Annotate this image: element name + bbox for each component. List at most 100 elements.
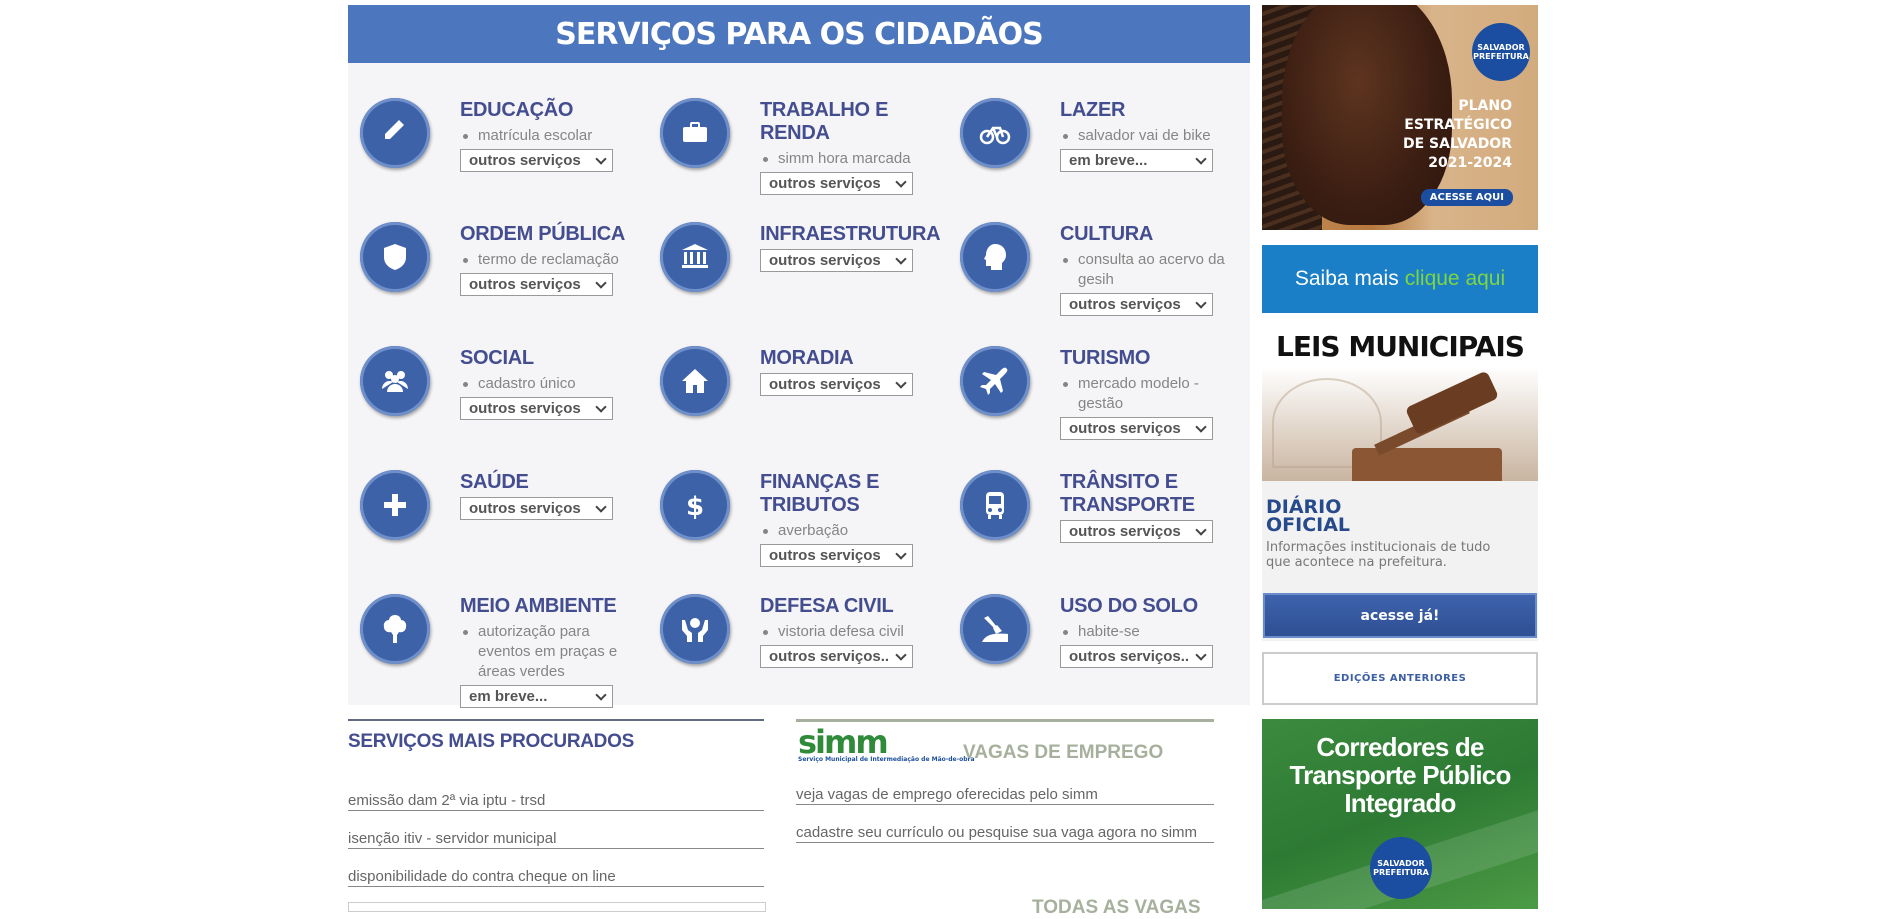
hands-icon[interactable] xyxy=(660,594,730,664)
service-title[interactable]: FINANÇAS E TRIBUTOS xyxy=(760,471,940,517)
shovel-icon[interactable] xyxy=(960,594,1030,664)
most-searched-title: SERVIÇOS MAIS PROCURADOS xyxy=(348,719,764,767)
bicycle-icon[interactable] xyxy=(960,98,1030,168)
jobs-link[interactable]: cadastre seu currículo ou pesquise sua v… xyxy=(796,805,1214,843)
acesse-aqui-button[interactable]: ACESSE AQUI xyxy=(1420,189,1513,206)
service-link[interactable]: salvador vai de bike xyxy=(1063,126,1240,146)
airplane-icon[interactable] xyxy=(960,346,1030,416)
services-dropdown[interactable]: outros serviços xyxy=(760,249,913,272)
people-icon[interactable] xyxy=(360,346,430,416)
chevron-down-icon xyxy=(895,548,907,560)
chevron-down-icon xyxy=(595,501,607,513)
chevron-down-icon xyxy=(1195,649,1207,661)
dropdown-value: outros serviços xyxy=(1069,523,1181,540)
service-title[interactable]: TRABALHO E RENDA xyxy=(760,99,940,145)
service-text: DEFESA CIVIL vistoria defesa civil outros … xyxy=(760,595,940,668)
bus-icon[interactable] xyxy=(960,470,1030,540)
service-text: USO DO SOLO habite-se outros serviços.. xyxy=(1060,595,1240,668)
service-link[interactable]: termo de reclamação xyxy=(463,250,640,270)
service-text: MORADIA outros serviços xyxy=(760,347,940,396)
edicoes-anteriores-button[interactable]: EDIÇÕES ANTERIORES xyxy=(1262,652,1538,705)
service-saude: SAÚDE outros serviços xyxy=(348,435,648,559)
service-title[interactable]: CULTURA xyxy=(1060,223,1240,246)
services-dropdown[interactable]: outros serviços xyxy=(760,373,913,396)
services-dropdown[interactable]: outros serviços xyxy=(460,397,613,420)
institution-icon[interactable] xyxy=(660,222,730,292)
service-title[interactable]: INFRAESTRUTURA xyxy=(760,223,941,246)
dropdown-value: outros serviços xyxy=(769,376,881,393)
dropdown-value: outros serviços.. xyxy=(769,648,890,665)
dropdown-value: outros serviços.. xyxy=(1069,648,1190,665)
service-link[interactable]: consulta ao acervo da gesih xyxy=(1063,250,1240,290)
todas-vagas-link[interactable]: TODAS AS VAGAS xyxy=(1032,897,1201,919)
shield-icon[interactable] xyxy=(360,222,430,292)
service-infraestrutura: INFRAESTRUTURA outros serviços xyxy=(648,187,948,311)
service-title[interactable]: USO DO SOLO xyxy=(1060,595,1240,618)
dropdown-value: em breve... xyxy=(469,688,548,705)
plus-icon[interactable] xyxy=(360,470,430,540)
service-moradia: MORADIA outros serviços xyxy=(648,311,948,435)
service-link[interactable]: matrícula escolar xyxy=(463,126,640,146)
service-financas-e-tributos: $ FINANÇAS E TRIBUTOS averbação outros serv… xyxy=(648,435,948,567)
diario-oficial-ad[interactable]: DIÁRIO OFICIAL Informações institucionai… xyxy=(1262,481,1538,641)
service-title[interactable]: SOCIAL xyxy=(460,347,640,370)
search-box[interactable] xyxy=(348,902,766,912)
services-dropdown[interactable]: outros serviços.. xyxy=(1060,645,1213,668)
service-title[interactable]: LAZER xyxy=(1060,99,1240,122)
clique-aqui-link[interactable]: clique aqui xyxy=(1405,267,1505,291)
plano-estrategico-ad[interactable]: SALVADOR PREFEITURA PLANO ESTRATÉGICO DE… xyxy=(1262,5,1538,230)
service-title[interactable]: SAÚDE xyxy=(460,471,640,494)
services-dropdown[interactable]: outros serviços xyxy=(460,149,613,172)
chevron-down-icon xyxy=(595,277,607,289)
service-text: TRÂNSITO E TRANSPORTE outros serviços xyxy=(1060,471,1240,543)
head-icon[interactable] xyxy=(960,222,1030,292)
most-searched-link[interactable]: isenção itiv - servidor municipal xyxy=(348,811,764,849)
chevron-down-icon xyxy=(595,153,607,165)
leis-municipais-ad[interactable]: LEIS MUNICIPAIS xyxy=(1262,318,1538,481)
services-dropdown[interactable]: em breve... xyxy=(460,685,613,708)
tree-icon[interactable] xyxy=(360,594,430,664)
service-link[interactable]: autorização para eventos em praças e áre… xyxy=(463,622,640,682)
services-dropdown[interactable]: outros serviços xyxy=(460,497,613,520)
service-title[interactable]: DEFESA CIVIL xyxy=(760,595,940,618)
service-text: INFRAESTRUTURA outros serviços xyxy=(760,223,941,272)
simm-logo[interactable]: simm Serviço Municipal de Intermediação d… xyxy=(798,726,975,763)
services-dropdown[interactable]: outros serviços.. xyxy=(760,645,913,668)
saiba-mais-ad[interactable]: Saiba mais clique aqui xyxy=(1262,245,1538,313)
service-link[interactable]: mercado modelo - gestão xyxy=(1063,374,1240,414)
services-dropdown[interactable]: em breve... xyxy=(1060,149,1213,172)
corredores-ad[interactable]: Corredores de Transporte Público Integra… xyxy=(1262,719,1538,909)
service-text: MEIO AMBIENTE autorização para eventos em… xyxy=(460,595,640,708)
services-dropdown[interactable]: outros serviços xyxy=(1060,520,1213,543)
service-text: CULTURA consulta ao acervo da gesih outros… xyxy=(1060,223,1240,316)
most-searched-link[interactable]: emissão dam 2ª via iptu - trsd xyxy=(348,773,764,811)
service-title[interactable]: EDUCAÇÃO xyxy=(460,99,640,122)
service-title[interactable]: TRÂNSITO E TRANSPORTE xyxy=(1060,471,1240,517)
service-link[interactable]: habite-se xyxy=(1063,622,1240,642)
gavel-icon xyxy=(1404,370,1500,436)
service-text: TURISMO mercado modelo - gestão outros ser… xyxy=(1060,347,1240,440)
service-link[interactable]: cadastro único xyxy=(463,374,640,394)
service-title[interactable]: MEIO AMBIENTE xyxy=(460,595,640,618)
acesse-ja-button[interactable]: acesse já! xyxy=(1263,593,1537,638)
service-title[interactable]: TURISMO xyxy=(1060,347,1240,370)
service-text: FINANÇAS E TRIBUTOS averbação outros servi… xyxy=(760,471,940,567)
pencil-icon[interactable] xyxy=(360,98,430,168)
service-link[interactable]: averbação xyxy=(763,521,940,541)
services-dropdown[interactable]: outros serviços xyxy=(460,273,613,296)
service-title[interactable]: ORDEM PÚBLICA xyxy=(460,223,640,246)
most-searched-link[interactable]: disponibilidade do contra cheque on line xyxy=(348,849,764,887)
chevron-down-icon xyxy=(1195,421,1207,433)
chevron-down-icon xyxy=(895,649,907,661)
service-link[interactable]: vistoria defesa civil xyxy=(763,622,940,642)
service-text: ORDEM PÚBLICA termo de reclamação outros s… xyxy=(460,223,640,296)
vagas-emprego-title: VAGAS DE EMPREGO xyxy=(963,742,1164,763)
house-icon[interactable] xyxy=(660,346,730,416)
service-title[interactable]: MORADIA xyxy=(760,347,940,370)
service-link[interactable]: simm hora marcada xyxy=(763,149,940,169)
service-meio-ambiente: MEIO AMBIENTE autorização para eventos em… xyxy=(348,559,648,708)
briefcase-icon[interactable] xyxy=(660,98,730,168)
diario-oficial-subtitle: Informações institucionais de tudo que a… xyxy=(1266,540,1491,570)
chevron-down-icon xyxy=(895,377,907,389)
dollar-icon[interactable]: $ xyxy=(660,470,730,540)
